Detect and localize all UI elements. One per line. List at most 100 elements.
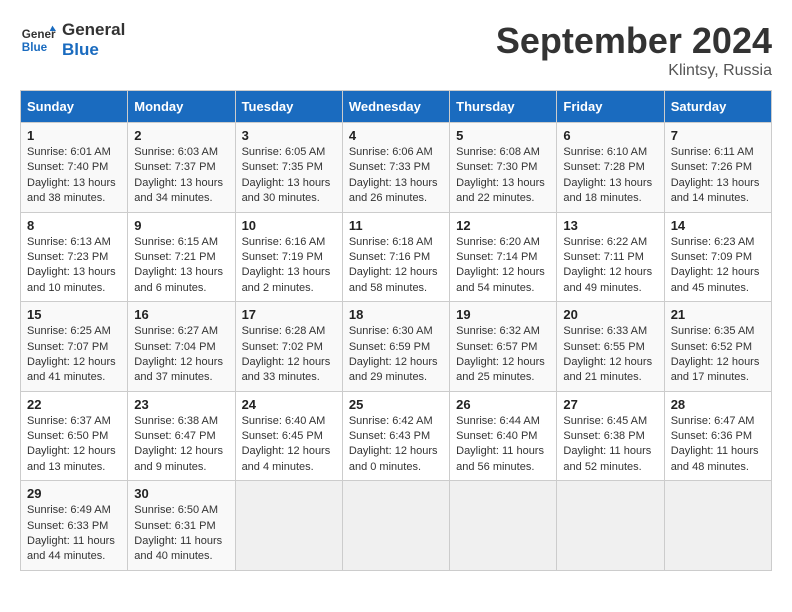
sunset-text: Sunset: 7:04 PM <box>134 341 215 353</box>
day-header-friday: Friday <box>557 91 664 123</box>
calendar-cell: 14 Sunrise: 6:23 AM Sunset: 7:09 PM Dayl… <box>664 212 771 302</box>
day-number: 15 <box>27 307 121 322</box>
page-header: General Blue General Blue September 2024… <box>20 20 772 80</box>
cell-info: Sunrise: 6:27 AM Sunset: 7:04 PM Dayligh… <box>134 324 228 386</box>
calendar-cell: 19 Sunrise: 6:32 AM Sunset: 6:57 PM Dayl… <box>450 302 557 392</box>
sunrise-text: Sunrise: 6:03 AM <box>134 146 218 158</box>
daylight-text: Daylight: 13 hours and 38 minutes. <box>27 177 116 204</box>
daylight-text: Daylight: 12 hours and 0 minutes. <box>349 445 438 472</box>
sunrise-text: Sunrise: 6:40 AM <box>242 415 326 427</box>
cell-info: Sunrise: 6:47 AM Sunset: 6:36 PM Dayligh… <box>671 414 765 476</box>
daylight-text: Daylight: 13 hours and 6 minutes. <box>134 266 223 293</box>
sunrise-text: Sunrise: 6:47 AM <box>671 415 755 427</box>
cell-info: Sunrise: 6:01 AM Sunset: 7:40 PM Dayligh… <box>27 145 121 207</box>
daylight-text: Daylight: 12 hours and 25 minutes. <box>456 356 545 383</box>
cell-info: Sunrise: 6:40 AM Sunset: 6:45 PM Dayligh… <box>242 414 336 476</box>
daylight-text: Daylight: 12 hours and 41 minutes. <box>27 356 116 383</box>
daylight-text: Daylight: 13 hours and 10 minutes. <box>27 266 116 293</box>
sunset-text: Sunset: 7:28 PM <box>563 161 644 173</box>
daylight-text: Daylight: 12 hours and 33 minutes. <box>242 356 331 383</box>
sunset-text: Sunset: 7:23 PM <box>27 251 108 263</box>
day-header-tuesday: Tuesday <box>235 91 342 123</box>
cell-info: Sunrise: 6:49 AM Sunset: 6:33 PM Dayligh… <box>27 503 121 565</box>
cell-info: Sunrise: 6:32 AM Sunset: 6:57 PM Dayligh… <box>456 324 550 386</box>
sunset-text: Sunset: 6:55 PM <box>563 341 644 353</box>
logo-text-general: General <box>62 20 125 40</box>
daylight-text: Daylight: 12 hours and 49 minutes. <box>563 266 652 293</box>
sunset-text: Sunset: 7:09 PM <box>671 251 752 263</box>
calendar-cell: 3 Sunrise: 6:05 AM Sunset: 7:35 PM Dayli… <box>235 123 342 213</box>
day-number: 21 <box>671 307 765 322</box>
daylight-text: Daylight: 12 hours and 13 minutes. <box>27 445 116 472</box>
calendar-cell <box>557 481 664 571</box>
cell-info: Sunrise: 6:37 AM Sunset: 6:50 PM Dayligh… <box>27 414 121 476</box>
day-number: 9 <box>134 218 228 233</box>
cell-info: Sunrise: 6:23 AM Sunset: 7:09 PM Dayligh… <box>671 235 765 297</box>
sunrise-text: Sunrise: 6:35 AM <box>671 325 755 337</box>
daylight-text: Daylight: 13 hours and 22 minutes. <box>456 177 545 204</box>
daylight-text: Daylight: 13 hours and 18 minutes. <box>563 177 652 204</box>
daylight-text: Daylight: 12 hours and 29 minutes. <box>349 356 438 383</box>
cell-info: Sunrise: 6:45 AM Sunset: 6:38 PM Dayligh… <box>563 414 657 476</box>
calendar-week-row: 22 Sunrise: 6:37 AM Sunset: 6:50 PM Dayl… <box>21 391 772 481</box>
day-number: 7 <box>671 128 765 143</box>
day-header-monday: Monday <box>128 91 235 123</box>
day-number: 20 <box>563 307 657 322</box>
day-number: 13 <box>563 218 657 233</box>
sunrise-text: Sunrise: 6:28 AM <box>242 325 326 337</box>
sunrise-text: Sunrise: 6:49 AM <box>27 504 111 516</box>
daylight-text: Daylight: 11 hours and 52 minutes. <box>563 445 651 472</box>
cell-info: Sunrise: 6:08 AM Sunset: 7:30 PM Dayligh… <box>456 145 550 207</box>
calendar-cell <box>450 481 557 571</box>
cell-info: Sunrise: 6:05 AM Sunset: 7:35 PM Dayligh… <box>242 145 336 207</box>
calendar-cell <box>664 481 771 571</box>
daylight-text: Daylight: 11 hours and 40 minutes. <box>134 535 222 562</box>
day-number: 6 <box>563 128 657 143</box>
sunrise-text: Sunrise: 6:50 AM <box>134 504 218 516</box>
day-number: 8 <box>27 218 121 233</box>
cell-info: Sunrise: 6:18 AM Sunset: 7:16 PM Dayligh… <box>349 235 443 297</box>
daylight-text: Daylight: 12 hours and 58 minutes. <box>349 266 438 293</box>
sunrise-text: Sunrise: 6:27 AM <box>134 325 218 337</box>
daylight-text: Daylight: 12 hours and 37 minutes. <box>134 356 223 383</box>
cell-info: Sunrise: 6:03 AM Sunset: 7:37 PM Dayligh… <box>134 145 228 207</box>
day-number: 17 <box>242 307 336 322</box>
calendar-cell: 6 Sunrise: 6:10 AM Sunset: 7:28 PM Dayli… <box>557 123 664 213</box>
calendar-week-row: 8 Sunrise: 6:13 AM Sunset: 7:23 PM Dayli… <box>21 212 772 302</box>
calendar-cell: 9 Sunrise: 6:15 AM Sunset: 7:21 PM Dayli… <box>128 212 235 302</box>
sunrise-text: Sunrise: 6:30 AM <box>349 325 433 337</box>
sunset-text: Sunset: 6:31 PM <box>134 520 215 532</box>
sunset-text: Sunset: 6:59 PM <box>349 341 430 353</box>
calendar-cell: 21 Sunrise: 6:35 AM Sunset: 6:52 PM Dayl… <box>664 302 771 392</box>
cell-info: Sunrise: 6:35 AM Sunset: 6:52 PM Dayligh… <box>671 324 765 386</box>
day-number: 22 <box>27 397 121 412</box>
daylight-text: Daylight: 11 hours and 56 minutes. <box>456 445 544 472</box>
title-block: September 2024 Klintsy, Russia <box>496 20 772 80</box>
cell-info: Sunrise: 6:20 AM Sunset: 7:14 PM Dayligh… <box>456 235 550 297</box>
daylight-text: Daylight: 13 hours and 26 minutes. <box>349 177 438 204</box>
sunset-text: Sunset: 7:33 PM <box>349 161 430 173</box>
day-number: 23 <box>134 397 228 412</box>
calendar-cell: 26 Sunrise: 6:44 AM Sunset: 6:40 PM Dayl… <box>450 391 557 481</box>
calendar-week-row: 1 Sunrise: 6:01 AM Sunset: 7:40 PM Dayli… <box>21 123 772 213</box>
cell-info: Sunrise: 6:10 AM Sunset: 7:28 PM Dayligh… <box>563 145 657 207</box>
cell-info: Sunrise: 6:25 AM Sunset: 7:07 PM Dayligh… <box>27 324 121 386</box>
sunset-text: Sunset: 6:50 PM <box>27 430 108 442</box>
day-number: 25 <box>349 397 443 412</box>
sunrise-text: Sunrise: 6:18 AM <box>349 236 433 248</box>
day-number: 1 <box>27 128 121 143</box>
day-number: 26 <box>456 397 550 412</box>
calendar-cell: 10 Sunrise: 6:16 AM Sunset: 7:19 PM Dayl… <box>235 212 342 302</box>
day-number: 11 <box>349 218 443 233</box>
day-number: 24 <box>242 397 336 412</box>
daylight-text: Daylight: 11 hours and 48 minutes. <box>671 445 759 472</box>
sunrise-text: Sunrise: 6:25 AM <box>27 325 111 337</box>
day-number: 18 <box>349 307 443 322</box>
calendar-cell: 27 Sunrise: 6:45 AM Sunset: 6:38 PM Dayl… <box>557 391 664 481</box>
calendar-cell: 30 Sunrise: 6:50 AM Sunset: 6:31 PM Dayl… <box>128 481 235 571</box>
cell-info: Sunrise: 6:16 AM Sunset: 7:19 PM Dayligh… <box>242 235 336 297</box>
calendar-cell: 18 Sunrise: 6:30 AM Sunset: 6:59 PM Dayl… <box>342 302 449 392</box>
day-number: 2 <box>134 128 228 143</box>
location-subtitle: Klintsy, Russia <box>496 62 772 80</box>
calendar-cell: 22 Sunrise: 6:37 AM Sunset: 6:50 PM Dayl… <box>21 391 128 481</box>
